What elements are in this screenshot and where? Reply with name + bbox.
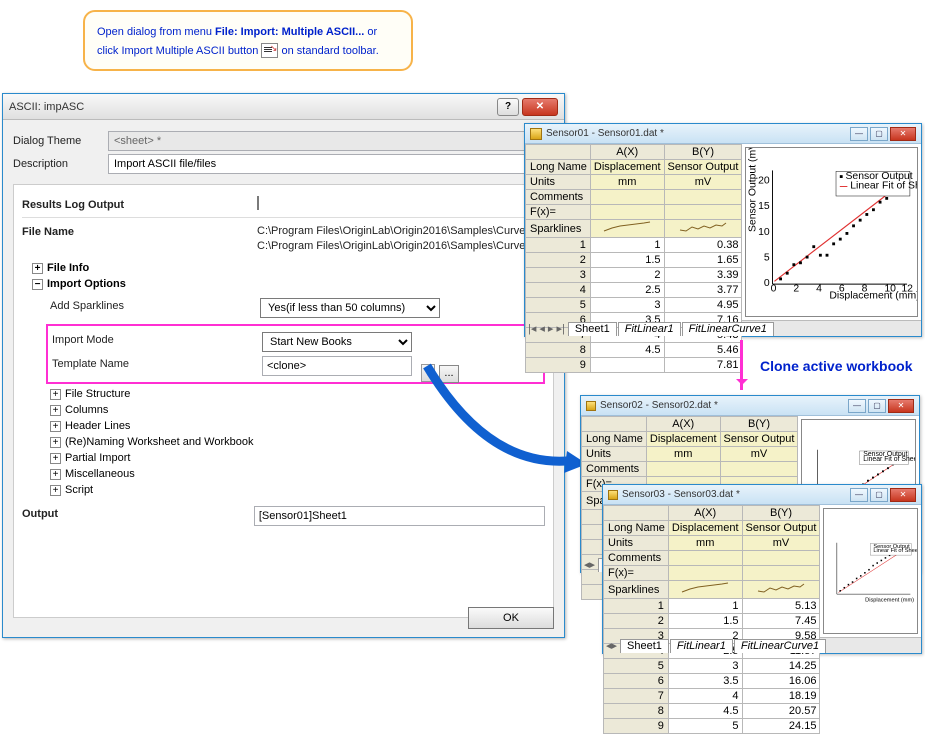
description-label: Description xyxy=(13,158,108,170)
tab-nav-icon[interactable]: ◂▸ xyxy=(606,639,617,652)
wb2-title: Sensor02 - Sensor02.dat * xyxy=(600,400,846,411)
svg-text:Sensor Output (mV): Sensor Output (mV) xyxy=(748,148,759,232)
results-log-label: Results Log Output xyxy=(22,197,257,211)
wb2-titlebar[interactable]: Sensor02 - Sensor02.dat * —▢✕ xyxy=(581,396,919,416)
svg-text:10: 10 xyxy=(759,227,771,238)
wb3-sheet[interactable]: A(X)B(Y)Long NameDisplacementSensor Outp… xyxy=(603,505,820,734)
svg-text:Linear Fit of Sheet1 B"Sensor: Linear Fit of Sheet1 B"Sensor Output" xyxy=(864,456,915,463)
close-button[interactable]: ✕ xyxy=(522,98,558,116)
file-info-node[interactable]: +File Info xyxy=(22,260,545,276)
expand-icon[interactable]: + xyxy=(50,437,61,448)
workbook-sensor03: Sensor03 - Sensor03.dat * —▢✕ A(X)B(Y)Lo… xyxy=(602,484,922,654)
maximize-button[interactable]: ▢ xyxy=(870,127,888,141)
clone-workbook-label: Clone active workbook xyxy=(760,358,912,374)
template-name-input[interactable] xyxy=(262,356,412,376)
help-button[interactable]: ? xyxy=(497,98,519,116)
workbook-icon xyxy=(608,490,618,500)
tab-nav-next-icon[interactable]: ▸ xyxy=(548,322,554,335)
titlebar[interactable]: ASCII: impASC ? ✕ xyxy=(3,94,564,120)
svg-text:Displacement (mm): Displacement (mm) xyxy=(866,597,915,603)
callout-bold: File: Import: Multiple ASCII... xyxy=(215,26,364,38)
sparklines-label: Add Sparklines xyxy=(50,298,260,312)
template-name-label: Template Name xyxy=(52,356,262,370)
tab-nav-icon[interactable]: ◂▸ xyxy=(584,558,595,571)
minimize-button[interactable]: — xyxy=(850,127,868,141)
maximize-button[interactable]: ▢ xyxy=(868,399,886,413)
close-button[interactable]: ✕ xyxy=(890,488,916,502)
callout-t1: Open dialog from menu xyxy=(97,26,215,38)
magenta-arrow-icon xyxy=(740,340,743,390)
svg-text:6: 6 xyxy=(839,284,845,295)
tab-nav-prev-icon[interactable]: ◂ xyxy=(539,322,545,335)
expand-icon[interactable]: + xyxy=(50,405,61,416)
expand-icon[interactable]: + xyxy=(50,469,61,480)
close-button[interactable]: ✕ xyxy=(890,127,916,141)
workbook-sensor01: Sensor01 - Sensor01.dat * — ▢ ✕ A(X)B(Y)… xyxy=(524,123,922,337)
workbook-icon xyxy=(586,401,596,411)
close-button[interactable]: ✕ xyxy=(888,399,914,413)
svg-text:20: 20 xyxy=(759,176,771,187)
wb1-sheet[interactable]: A(X)B(Y)Long NameDisplacementSensor Outp… xyxy=(525,144,742,373)
wb1-title: Sensor01 - Sensor01.dat * xyxy=(546,128,848,139)
scatter-plot-icon: Displacement (mm) Sensor OutputLinear Fi… xyxy=(824,509,917,633)
import-ascii-toolbar-icon xyxy=(261,43,278,58)
minimize-button[interactable]: — xyxy=(850,488,868,502)
wb1-graph[interactable]: Displacement (mm)Sensor Output (mV) 0246… xyxy=(745,147,918,317)
expand-icon[interactable]: + xyxy=(32,263,43,274)
tab-sheet1[interactable]: Sheet1 xyxy=(568,322,617,336)
file-list: C:\Program Files\OriginLab\Origin2016\Sa… xyxy=(257,224,545,254)
tab-fitlinearcurve1[interactable]: FitLinearCurve1 xyxy=(682,322,774,336)
ok-button[interactable]: OK xyxy=(468,607,554,629)
svg-text:8: 8 xyxy=(862,284,868,295)
svg-text:Linear Fit of Sheet1 B"Sensor: Linear Fit of Sheet1 B"Sensor Output" xyxy=(851,180,917,191)
tab-sheet1[interactable]: Sheet1 xyxy=(620,639,669,653)
file-path-1: C:\Program Files\OriginLab\Origin2016\Sa… xyxy=(257,224,545,239)
theme-label: Dialog Theme xyxy=(13,135,108,147)
instruction-callout: Open dialog from menu File: Import: Mult… xyxy=(83,10,413,71)
wb3-title: Sensor03 - Sensor03.dat * xyxy=(622,489,848,500)
wb1-tabs: |◂◂▸▸| Sheet1 FitLinear1 FitLinearCurve1 xyxy=(525,320,921,336)
tab-fitlinear1[interactable]: FitLinear1 xyxy=(618,322,681,336)
expand-icon[interactable]: + xyxy=(50,389,61,400)
callout-t3: on standard toolbar. xyxy=(278,45,378,57)
minimize-button[interactable]: — xyxy=(848,399,866,413)
results-log-checkbox[interactable] xyxy=(257,196,259,210)
import-mode-select[interactable]: Start New Books xyxy=(262,332,412,352)
expand-icon[interactable]: + xyxy=(50,485,61,496)
output-input[interactable] xyxy=(254,506,545,526)
svg-text:15: 15 xyxy=(759,201,771,212)
scatter-plot-icon: Displacement (mm)Sensor Output (mV) 0246… xyxy=(746,148,917,316)
wb3-titlebar[interactable]: Sensor03 - Sensor03.dat * —▢✕ xyxy=(603,485,921,505)
svg-text:4: 4 xyxy=(817,284,823,295)
description-input[interactable] xyxy=(108,154,554,174)
file-path-2: C:\Program Files\OriginLab\Origin2016\Sa… xyxy=(257,239,545,254)
maximize-button[interactable]: ▢ xyxy=(870,488,888,502)
blue-arrow-icon xyxy=(417,356,587,486)
svg-text:10: 10 xyxy=(885,284,897,295)
tab-fitlinearcurve1[interactable]: FitLinearCurve1 xyxy=(734,639,826,653)
import-options-node[interactable]: −Import Options xyxy=(22,276,545,292)
dialog-title: ASCII: impASC xyxy=(9,101,494,113)
sparklines-select[interactable]: Yes(if less than 50 columns) xyxy=(260,298,440,318)
expand-icon[interactable]: + xyxy=(50,421,61,432)
output-label: Output xyxy=(22,506,254,520)
wb3-tabs: ◂▸ Sheet1 FitLinear1 FitLinearCurve1 xyxy=(603,637,921,653)
theme-input[interactable] xyxy=(108,131,537,151)
import-mode-label: Import Mode xyxy=(52,332,262,346)
svg-text:0: 0 xyxy=(771,284,777,295)
expand-icon[interactable]: + xyxy=(50,453,61,464)
wb3-graph[interactable]: Displacement (mm) Sensor OutputLinear Fi… xyxy=(823,508,918,634)
svg-text:5: 5 xyxy=(764,252,770,263)
workbook-icon xyxy=(530,128,542,140)
collapse-icon[interactable]: − xyxy=(32,279,43,290)
tab-nav-first-icon[interactable]: |◂ xyxy=(528,322,536,335)
tab-fitlinear1[interactable]: FitLinear1 xyxy=(670,639,733,653)
svg-text:Linear Fit of Sheet1 B"Sensor: Linear Fit of Sheet1 B"Sensor Output" xyxy=(874,548,917,554)
svg-text:2: 2 xyxy=(794,284,800,295)
wb1-titlebar[interactable]: Sensor01 - Sensor01.dat * — ▢ ✕ xyxy=(525,124,921,144)
tab-nav-last-icon[interactable]: ▸| xyxy=(556,322,564,335)
file-name-label: File Name xyxy=(22,224,257,238)
svg-text:12: 12 xyxy=(902,284,914,295)
svg-text:0: 0 xyxy=(764,278,770,289)
